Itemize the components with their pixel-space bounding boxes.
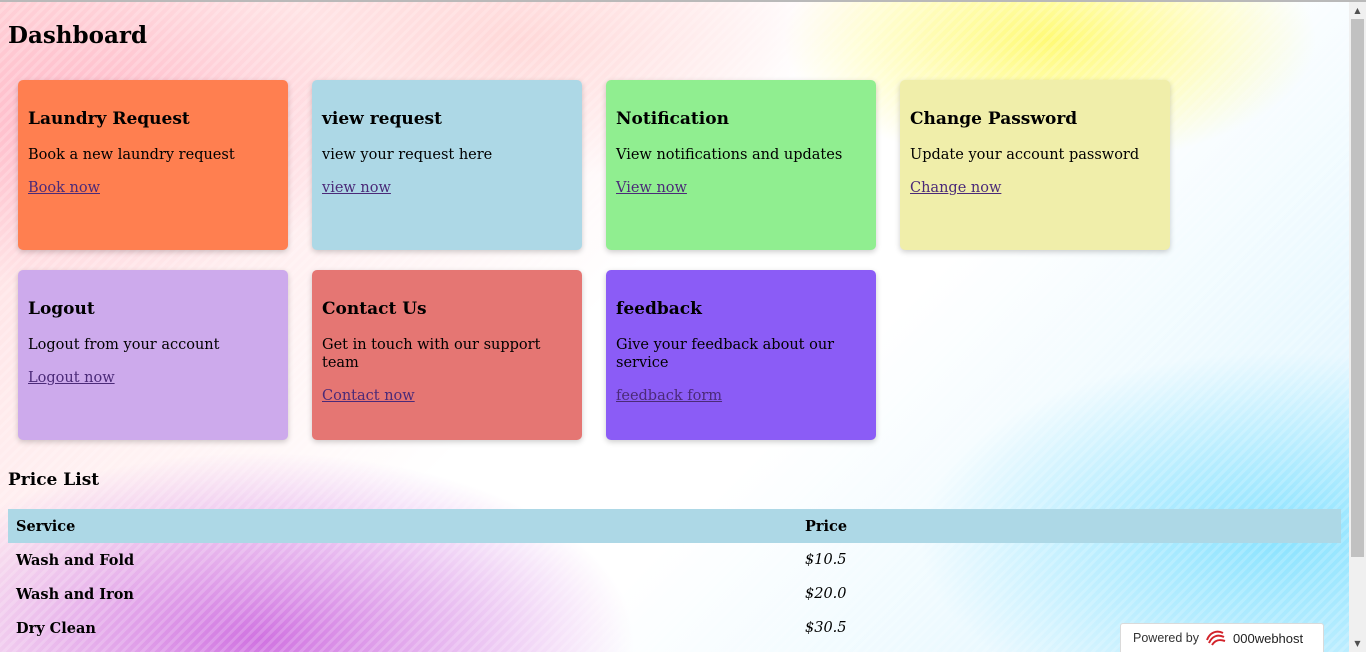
card-feedback: feedback Give your feedback about our se… [606, 270, 876, 440]
card-title: Change Password [910, 109, 1078, 129]
card-description: Get in touch with our support team [322, 337, 541, 371]
service-cell: Wash and Iron [16, 585, 134, 603]
card-title: Notification [616, 109, 729, 129]
scroll-up-arrow-icon[interactable]: ▲ [1349, 2, 1366, 19]
book-now-link[interactable]: Book now [28, 180, 100, 196]
feedback-form-link[interactable]: feedback form [616, 388, 722, 404]
service-cell: Dry Clean [16, 619, 96, 637]
powered-by-badge[interactable]: Powered by 000webhost [1120, 623, 1324, 652]
price-list-heading: Price List [8, 470, 100, 490]
card-description: Give your feedback about our service [616, 337, 835, 371]
table-header-row: Service Price [8, 509, 1341, 543]
webhost-logo-icon [1205, 628, 1227, 649]
page-title: Dashboard [8, 22, 148, 49]
column-header-price: Price [797, 509, 1341, 543]
card-description: Update your account password [910, 147, 1140, 163]
vertical-scrollbar[interactable]: ▲ ▼ [1349, 2, 1366, 652]
card-description: Logout from your account [28, 337, 220, 353]
table-row: Wash and Fold $10.5 [8, 543, 1341, 577]
card-view-request: view request view your request here view… [312, 80, 582, 250]
card-title: feedback [616, 299, 702, 319]
card-description: Book a new laundry request [28, 147, 235, 163]
table-row: Wash and Iron $20.0 [8, 577, 1341, 611]
scroll-down-arrow-icon[interactable]: ▼ [1349, 635, 1366, 652]
card-description: view your request here [322, 147, 493, 163]
logout-link[interactable]: Logout now [28, 370, 115, 386]
card-title: Contact Us [322, 299, 427, 319]
scrollbar-thumb[interactable] [1351, 19, 1364, 557]
view-notifications-link[interactable]: View now [616, 180, 687, 196]
card-description: View notifications and updates [616, 147, 843, 163]
change-password-link[interactable]: Change now [910, 180, 1001, 196]
view-now-link[interactable]: view now [322, 180, 391, 196]
webhost-brand-name: 000webhost [1233, 630, 1304, 646]
price-cell: $10.5 [805, 552, 847, 568]
powered-by-label: Powered by [1133, 631, 1200, 645]
card-title: Logout [28, 299, 95, 319]
card-change-password: Change Password Update your account pass… [900, 80, 1170, 250]
card-grid: Laundry Request Book a new laundry reque… [18, 80, 1170, 440]
contact-link[interactable]: Contact now [322, 388, 415, 404]
card-notification: Notification View notifications and upda… [606, 80, 876, 250]
price-cell: $20.0 [805, 586, 847, 602]
card-logout: Logout Logout from your account Logout n… [18, 270, 288, 440]
card-title: Laundry Request [28, 109, 190, 129]
service-cell: Wash and Fold [16, 551, 135, 569]
column-header-service: Service [8, 509, 797, 543]
card-title: view request [322, 109, 442, 129]
card-contact-us: Contact Us Get in touch with our support… [312, 270, 582, 440]
window-top-border [0, 0, 1366, 2]
card-laundry-request: Laundry Request Book a new laundry reque… [18, 80, 288, 250]
